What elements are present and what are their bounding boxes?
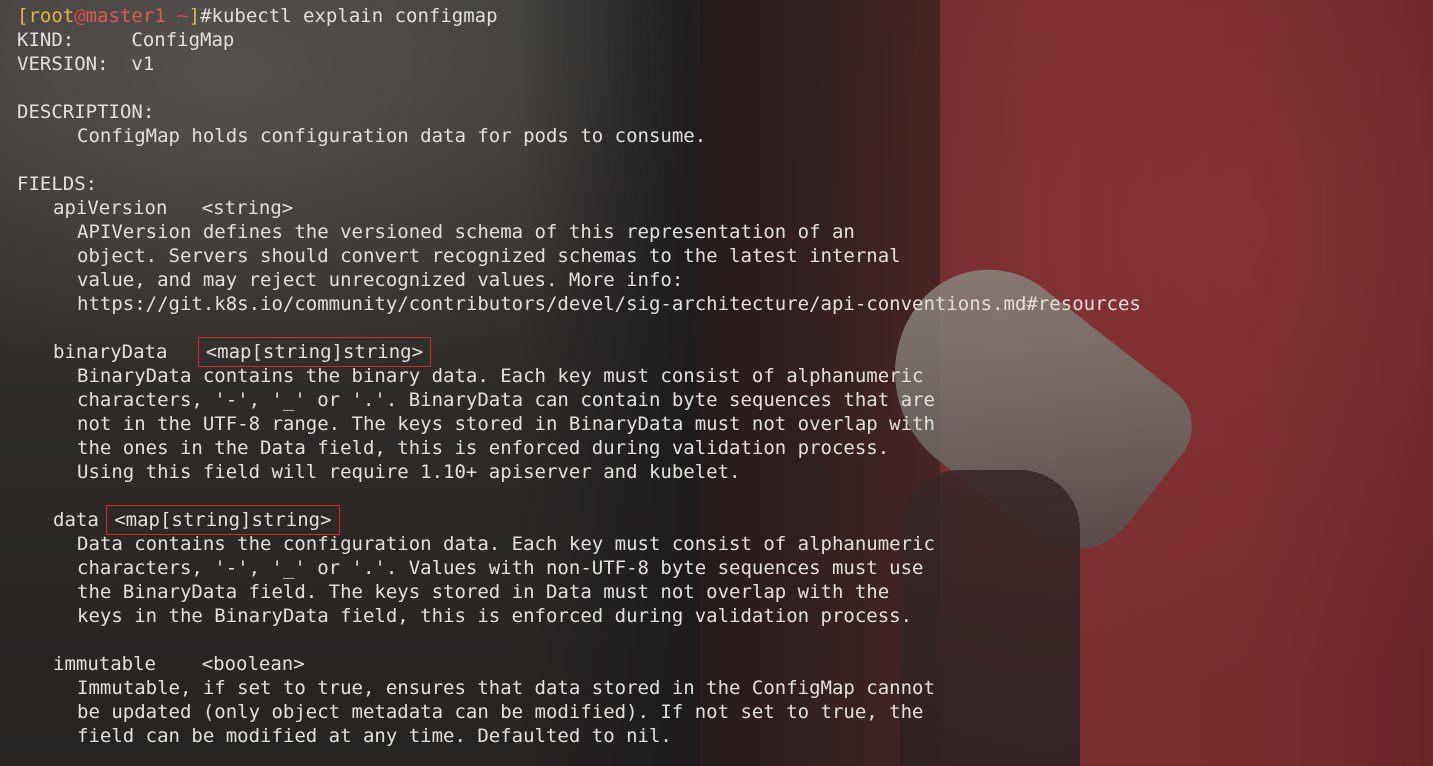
kind-line: KIND: ConfigMap [17, 28, 1433, 52]
prompt-host: master1 [85, 5, 166, 27]
field-desc-url: https://git.k8s.io/community/contributor… [77, 293, 1141, 315]
fields-label: FIELDS: [17, 173, 98, 195]
prompt-close-bracket: ] [188, 5, 201, 27]
version-value: v1 [131, 53, 155, 75]
field-desc-line: keys in the BinaryData field, this is en… [77, 605, 913, 627]
description-text: ConfigMap holds configuration data for p… [77, 125, 707, 147]
field-desc-line: Data contains the configuration data. Ea… [77, 533, 935, 555]
field-type-highlighted: <map[string]string> [106, 505, 340, 535]
field-desc-line: Immutable, if set to true, ensures that … [77, 677, 935, 699]
field-desc-line: BinaryData contains the binary data. Eac… [77, 365, 924, 387]
field-desc-line: be updated (only object metadata can be … [77, 701, 924, 723]
field-desc-line: not in the UTF-8 range. The keys stored … [77, 413, 935, 435]
field-header-apiversion: apiVersion <string> [53, 196, 1433, 220]
field-name: data [53, 509, 99, 531]
field-desc-line: APIVersion defines the versioned schema … [77, 221, 855, 243]
terminal-window[interactable]: [root@master1 ~]#kubectl explain configm… [0, 0, 1433, 766]
field-header-immutable: immutable <boolean> [53, 652, 1433, 676]
field-type: <string> [201, 197, 294, 219]
prompt-symbol: # [200, 5, 212, 27]
field-desc-line: the ones in the Data field, this is enfo… [77, 437, 890, 459]
field-desc-line: object. Servers should convert recognize… [77, 245, 901, 267]
field-desc-line: Using this field will require 1.10+ apis… [77, 461, 741, 483]
prompt-open-bracket: [ [17, 5, 29, 27]
field-name: binaryData [53, 341, 168, 363]
description-label: DESCRIPTION: [17, 101, 155, 123]
field-name: apiVersion [53, 197, 168, 219]
kind-value: ConfigMap [131, 29, 235, 51]
version-label: VERSION: [17, 53, 109, 75]
field-type-highlighted: <map[string]string> [197, 337, 432, 367]
prompt-path: ~ [165, 5, 189, 27]
version-line: VERSION: v1 [17, 52, 1433, 76]
field-name: immutable [53, 653, 156, 675]
command-text: kubectl explain configmap [211, 5, 498, 27]
field-desc-line: value, and may reject unrecognized value… [77, 269, 684, 291]
field-desc-line: characters, '-', '_' or '.'. BinaryData … [77, 389, 935, 411]
command-line: [root@master1 ~]#kubectl explain configm… [17, 4, 1433, 28]
prompt-user: root [28, 5, 75, 27]
field-desc-line: characters, '-', '_' or '.'. Values with… [77, 557, 924, 579]
field-header-binarydata: binaryData <map[string]string> [53, 337, 1433, 367]
field-header-data: data <map[string]string> [53, 505, 1433, 535]
prompt-at: @ [74, 5, 86, 27]
field-desc-line: the BinaryData field. The keys stored in… [77, 581, 890, 603]
field-desc-line: field can be modified at any time. Defau… [77, 725, 672, 747]
kind-label: KIND: [17, 29, 75, 51]
field-type: <boolean> [201, 653, 305, 675]
